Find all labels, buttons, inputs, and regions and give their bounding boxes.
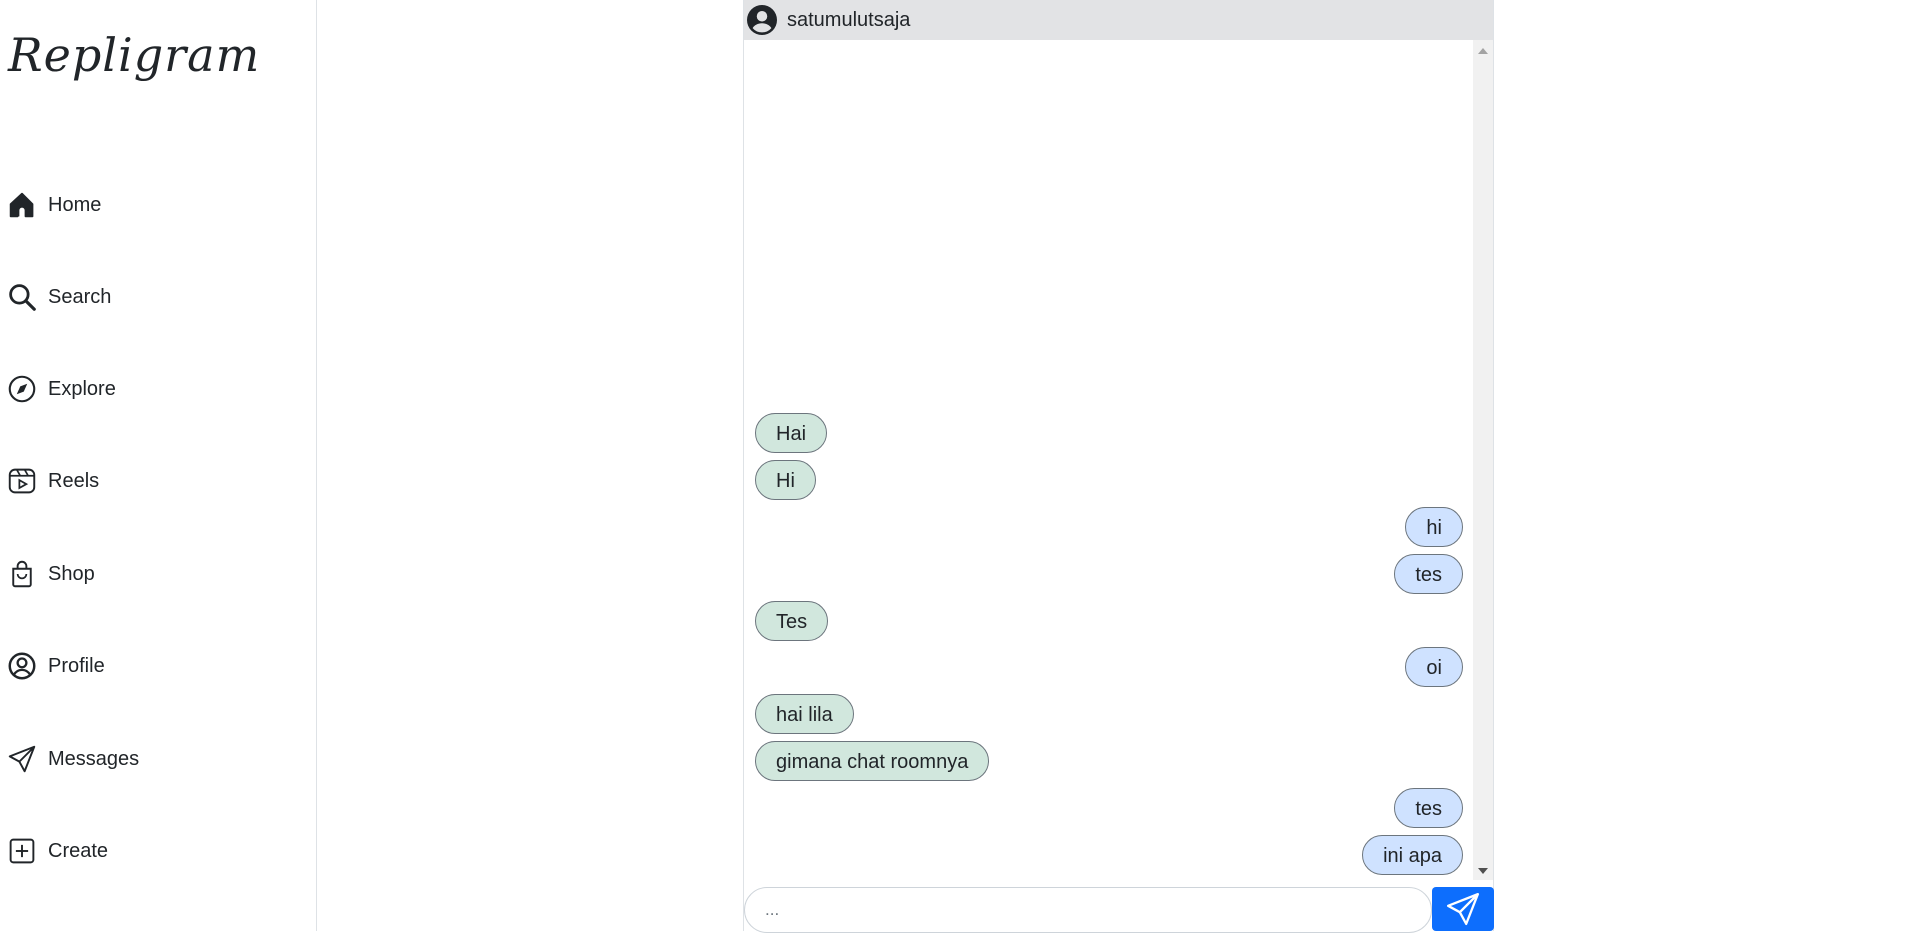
message-list[interactable]: Hai Hi hi tes Tes oi hai lila gimana cha…: [744, 40, 1473, 880]
sidebar-item-label: Messages: [48, 747, 140, 770]
compass-icon: [8, 375, 36, 403]
message-bubble-incoming: Hi: [755, 460, 816, 500]
message-bubble-incoming: Hai: [755, 413, 828, 453]
app-logo[interactable]: Repligram: [8, 28, 260, 82]
sidebar-item-label: Create: [48, 839, 109, 862]
sidebar-item-search[interactable]: Search: [8, 279, 111, 315]
search-icon: [9, 284, 36, 311]
chat-header: satumulutsaja: [744, 0, 1493, 40]
sidebar-item-label: Explore: [48, 377, 116, 400]
user-circle-icon: [8, 652, 36, 680]
send-icon: [8, 745, 36, 773]
message-bubble-incoming: Tes: [755, 601, 829, 641]
sidebar-item-home[interactable]: Home: [8, 187, 101, 223]
user-circle-icon: [747, 5, 777, 35]
message-input[interactable]: [744, 887, 1432, 933]
message-bubble-outgoing: oi: [1405, 647, 1463, 687]
scroll-down-arrow-icon[interactable]: [1478, 868, 1488, 874]
sidebar-item-label: Shop: [48, 562, 95, 585]
home-icon: [9, 192, 34, 218]
sidebar-item-messages[interactable]: Messages: [8, 741, 139, 777]
chat-username[interactable]: satumulutsaja: [787, 9, 910, 32]
plus-square-icon: [9, 838, 35, 864]
message-list-scrollbar[interactable]: [1473, 40, 1493, 880]
send-button[interactable]: [1432, 887, 1494, 931]
message-composer: [744, 887, 1494, 933]
message-bubble-incoming: gimana chat roomnya: [755, 741, 990, 781]
sidebar: Repligram Home Search Explore Reels Shop…: [0, 0, 317, 931]
sidebar-item-explore[interactable]: Explore: [8, 371, 116, 407]
message-bubble-outgoing: tes: [1394, 554, 1463, 594]
sidebar-item-shop[interactable]: Shop: [8, 556, 95, 592]
send-icon: [1446, 892, 1480, 926]
scroll-up-arrow-icon[interactable]: [1478, 48, 1488, 54]
chat-panel: satumulutsaja Hai Hi hi tes Tes oi hai l…: [743, 0, 1494, 933]
sidebar-item-reels[interactable]: Reels: [8, 463, 99, 499]
message-bubble-incoming: hai lila: [755, 694, 854, 734]
sidebar-item-label: Profile: [48, 654, 105, 677]
sidebar-item-create[interactable]: Create: [8, 833, 108, 869]
sidebar-item-label: Home: [48, 193, 102, 216]
message-bubble-outgoing: tes: [1394, 788, 1463, 828]
sidebar-item-label: Reels: [48, 469, 100, 492]
sidebar-item-label: Search: [48, 285, 112, 308]
reels-icon: [8, 468, 36, 494]
sidebar-item-profile[interactable]: Profile: [8, 648, 105, 684]
message-bubble-outgoing: hi: [1405, 507, 1463, 547]
message-bubble-outgoing: ini apa: [1362, 835, 1463, 875]
shopping-bag-icon: [12, 560, 32, 588]
